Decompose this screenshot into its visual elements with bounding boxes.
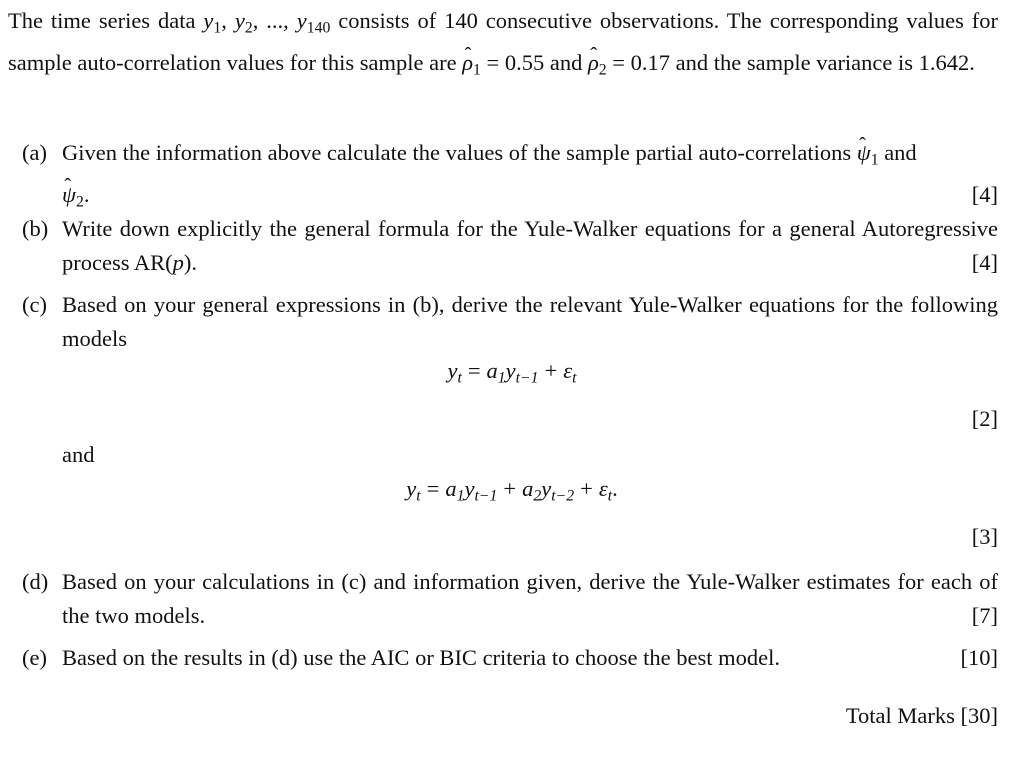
intro-text: The time series data [8,8,204,33]
question-c: (c) Based on your general expressions in… [22,288,998,356]
intro-text-3: and the sample variance is 1.642. [670,50,975,76]
ellipsis: ... [266,8,284,33]
psi2-symbol: ψ2 [62,169,84,210]
equation-ar1: yt = a1yt−1 + εt [447,358,577,387]
ar-order-p: p [172,250,184,275]
series-y1: y1 [203,8,222,37]
question-text: Based on your calculations in (c) and in… [62,569,998,628]
equation-ar2: yt = a1yt−1 + a2yt−2 + εt. [406,476,618,505]
question-label: (c) [22,292,47,317]
rho1-symbol: ρ1 [462,38,481,79]
question-label: (b) [22,216,49,241]
intro-paragraph: The time series data y1, y2, ..., y140 c… [8,4,998,88]
question-d: (d) Based on your calculations in (c) an… [22,565,998,633]
marks-badge: [4] [971,181,998,207]
series-y2: y2 [234,8,253,37]
question-text: Based on your general expressions in (b)… [62,292,998,351]
rho2-value: 0.17 [630,50,670,76]
question-label: (d) [22,569,49,594]
connector-and: and [62,442,95,467]
rho2-symbol: ρ2 [588,38,607,79]
question-text: Given the information above calculate th… [62,140,857,165]
marks-badge: [4] [971,250,998,275]
marks-badge: [2] [971,406,998,431]
marks-badge: [7] [971,603,998,628]
question-e: (e) Based on the results in (d) use the … [22,641,998,675]
rho1-value: 0.55 [504,50,545,76]
question-label: (a) [22,140,47,165]
psi1-symbol: ψ1 [857,127,879,168]
total-marks: Total Marks [30] [845,703,998,728]
question-b: (b) Write down explicitly the general fo… [22,212,998,280]
marks-badge: [3] [971,524,998,549]
marks-badge: [10] [960,645,999,670]
question-label: (e) [22,645,47,670]
question-text: Based on the results in (d) use the AIC … [62,645,780,670]
question-a: (a) Given the information above calculat… [22,127,998,219]
series-y140: y140 [296,8,331,37]
question-text: Write down explicitly the general formul… [62,216,998,275]
